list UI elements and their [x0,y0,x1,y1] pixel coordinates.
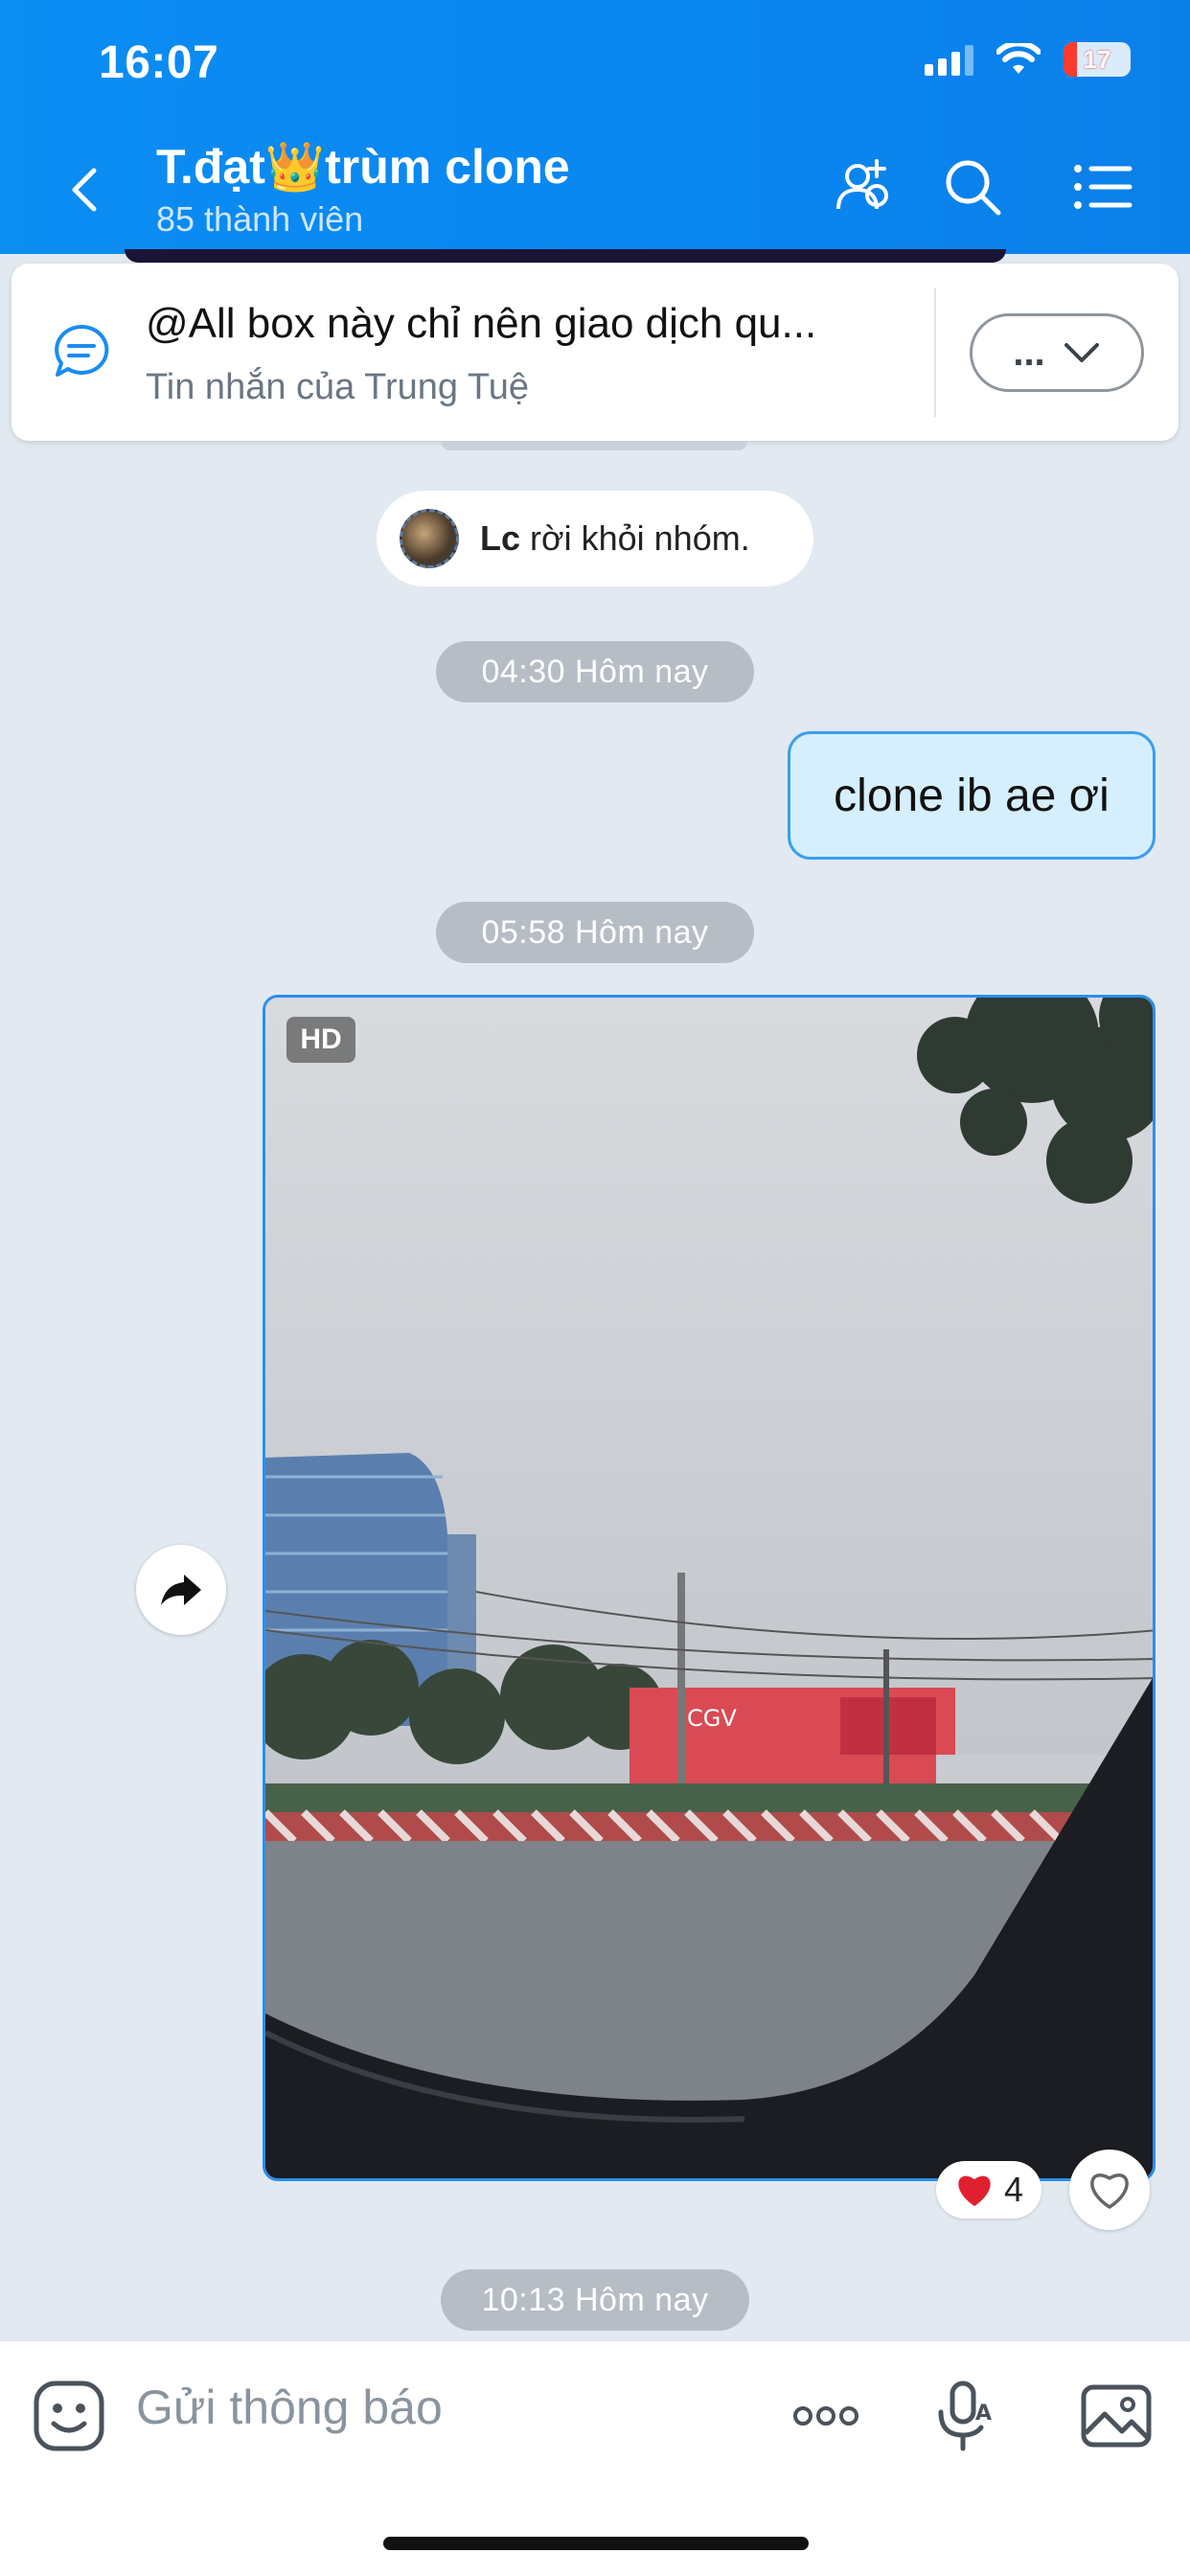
heart-outline-icon [1090,2174,1129,2209]
share-arrow-icon [161,1575,201,1605]
pinned-sender: Tin nhắn của Trung Tuệ [146,367,529,407]
cellular-signal-icon [925,43,973,76]
system-text: Lc rời khỏi nhóm. [480,518,750,559]
group-title[interactable]: T.đạt👑trùm clone [156,139,570,196]
reaction-number: 4 [1003,2170,1024,2209]
timestamp: 10:13 Hôm nay [441,2269,749,2331]
chevron-down-icon [1064,343,1099,362]
outgoing-message[interactable]: clone ib ae ơi [788,731,1156,860]
sticker-icon[interactable] [31,2378,107,2454]
like-button[interactable] [1069,2150,1150,2230]
message-icon [55,324,109,377]
image-icon[interactable] [1078,2378,1155,2454]
photo-message[interactable]: CGV HD [263,995,1156,2181]
heart-icon [958,2175,991,2206]
pinned-message[interactable]: @All box này chỉ nên giao dịch qu... Tin… [11,264,1179,441]
system-action: rời khỏi nhóm. [520,518,750,558]
more-label: ... [1013,331,1045,374]
menu-list-icon[interactable] [1070,153,1137,220]
pinned-peek [125,249,1006,263]
member-count[interactable]: 85 thành viên [156,199,363,240]
share-button[interactable] [136,1545,226,1635]
battery-icon: 17 [1064,42,1131,77]
reaction-count[interactable]: 4 [936,2161,1041,2219]
status-icons: 17 [925,42,1131,77]
message-peek [441,441,747,450]
timestamp: 05:58 Hôm nay [436,902,754,963]
street-photo: CGV [265,998,1153,2178]
member-name: Lc [480,518,521,558]
pinned-more-button[interactable]: ... [970,313,1144,392]
pinned-text: @All box này chỉ nên giao dịch qu... [146,300,817,347]
more-options-icon[interactable] [788,2378,864,2454]
back-arrow-icon[interactable] [57,161,115,218]
svg-text:CGV: CGV [687,1705,737,1732]
message-input[interactable]: Gửi thông báo [136,2380,443,2435]
voice-icon[interactable]: A [927,2378,1004,2454]
divider [934,288,936,417]
battery-level: 17 [1083,44,1111,74]
status-time: 16:07 [99,37,219,88]
svg-text:A: A [975,2402,992,2426]
search-icon[interactable] [939,153,1006,220]
avatar[interactable] [400,509,459,568]
system-message: Lc rời khỏi nhóm. [377,491,813,586]
chat-header: 16:07 17 T.đạt👑trùm clone 85 thành viên [0,0,1190,254]
hd-badge: HD [286,1017,355,1063]
wifi-icon [996,43,1041,74]
add-member-icon[interactable] [829,153,896,220]
timestamp: 04:30 Hôm nay [436,641,754,702]
home-indicator [383,2537,809,2550]
